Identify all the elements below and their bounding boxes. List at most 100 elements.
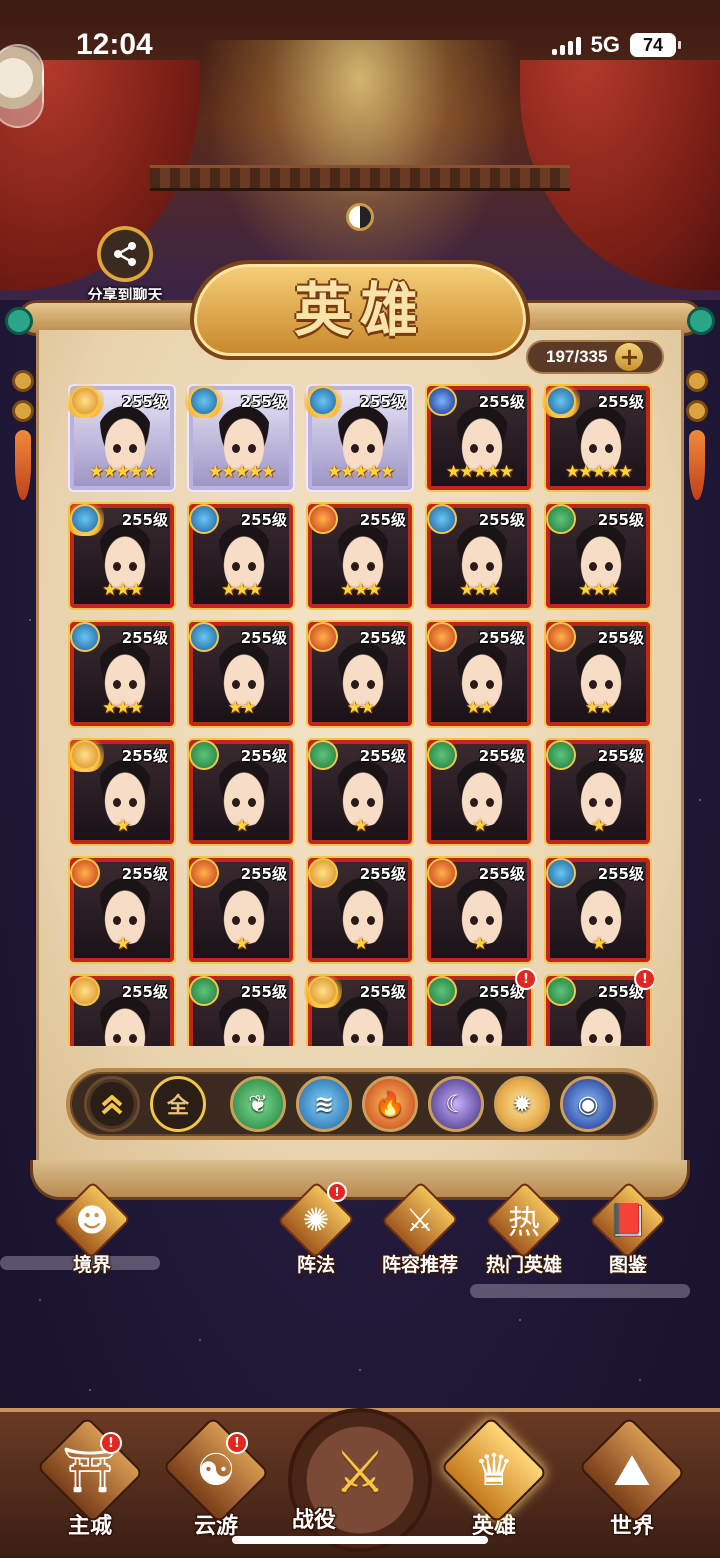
filter-all-button[interactable]: 全 (150, 1076, 206, 1132)
hero-card[interactable]: 255级 ★★★★★ (185, 384, 293, 490)
star-rating: ★★★ (459, 580, 501, 600)
hero-level: 255级 (359, 511, 406, 529)
page-title: 英雄 (293, 276, 426, 344)
water-element-icon: ≋ (313, 1090, 335, 1118)
nav-travel[interactable]: ☯! 云游 (156, 1416, 276, 1540)
star-rating: ★ (472, 934, 487, 954)
nav-heroes[interactable]: ♛ 英雄 (434, 1416, 554, 1540)
hero-card[interactable]: 255级 ★ (546, 858, 650, 962)
filter-fire-button[interactable]: 🔥 (362, 1076, 418, 1132)
hero-card[interactable]: 255级 ★★★ (546, 504, 650, 608)
hero-card[interactable]: 255级 ★ (427, 858, 531, 962)
hero-level: 255级 (121, 511, 168, 529)
hero-card[interactable]: 255级 ★★★ (68, 496, 174, 608)
dark-element-icon (427, 386, 457, 416)
codex-button[interactable]: 📕 图鉴 (578, 1181, 678, 1277)
star-rating: ★ (353, 934, 368, 954)
nav-main-city[interactable]: ⛩! 主城 (30, 1416, 150, 1540)
hero-portrait (215, 996, 273, 1046)
wood-element-icon (427, 740, 457, 770)
share-to-chat-button[interactable]: 分享到聊天 (80, 226, 170, 305)
star-rating: ★★★ (340, 580, 382, 600)
tassel-right (686, 370, 708, 500)
hero-level: 255级 (240, 983, 287, 1001)
fire-element-icon (546, 622, 576, 652)
hero-card[interactable]: 255级! (546, 968, 654, 1046)
hero-card[interactable]: 255级 (189, 976, 293, 1046)
hero-card[interactable]: 255级 ★★ (427, 622, 531, 726)
hero-card[interactable]: 255级 ★★★ (308, 504, 412, 608)
fire-element-icon (427, 622, 457, 652)
hero-card[interactable]: 255级 ★★★ (70, 622, 174, 726)
filter-dark-button[interactable]: ◉ (560, 1076, 616, 1132)
wood-element-icon (546, 976, 576, 1006)
star-rating: ★★★★★ (326, 462, 395, 482)
hero-card[interactable]: 255级 ★★★★★ (68, 384, 174, 490)
water-element-icon (189, 504, 219, 534)
hot-heroes-button[interactable]: 热热门英雄 (474, 1181, 574, 1277)
hero-card[interactable]: 255级 ★★★★★ (542, 384, 650, 490)
nav-world[interactable]: ⛰ 世界 (572, 1416, 692, 1540)
hot-heroes-icon: 热 (485, 1181, 563, 1259)
hero-card[interactable]: 255级 ★ (189, 740, 293, 844)
filter-water-button[interactable]: ≋ (296, 1076, 352, 1132)
hero-card[interactable]: 255级 ★★ (308, 622, 412, 726)
collapse-button[interactable] (84, 1076, 140, 1132)
hero-card[interactable]: 255级 ★★ (189, 622, 293, 726)
hero-card[interactable]: 255级 (304, 968, 412, 1046)
stage-beam (150, 165, 570, 191)
hero-card[interactable]: 255级 ★★★ (427, 504, 531, 608)
water-element-icon (189, 622, 219, 652)
filter-wood-button[interactable]: ❦ (230, 1076, 286, 1132)
filter-void-button[interactable]: ☾ (428, 1076, 484, 1132)
add-slot-button[interactable]: + (615, 343, 644, 371)
light-element-icon (70, 386, 100, 416)
water-element-icon (308, 386, 338, 416)
hero-level: 255级 (359, 393, 406, 411)
hero-card[interactable]: 255级 (70, 976, 174, 1046)
star-rating: ★ (472, 816, 487, 836)
hero-level: 255级 (478, 865, 525, 883)
signal-icon (551, 35, 581, 55)
hero-card[interactable]: 255级 ★★★★★ (427, 386, 531, 490)
water-element-icon (189, 386, 219, 416)
hero-card[interactable]: 255级 ★★★★★ (304, 384, 412, 490)
hero-portrait (453, 996, 511, 1046)
hero-count: 197/335 (546, 347, 608, 366)
wood-element-icon (308, 740, 338, 770)
hero-card[interactable]: 255级! (427, 968, 537, 1046)
floating-assistant-ball[interactable] (0, 44, 44, 128)
formation-button[interactable]: ✺! 阵法 (266, 1181, 366, 1277)
nav-battle[interactable]: ⚔ 战役 (288, 1408, 432, 1552)
fire-element-icon: 🔥 (375, 1090, 405, 1118)
hero-card[interactable]: 255级 ★ (546, 740, 650, 844)
hero-level: 255级 (359, 629, 406, 647)
nav-label: 战役 (292, 1508, 337, 1533)
realm-button[interactable]: ☻ 境界 (42, 1181, 142, 1277)
formation-icon: ✺! (277, 1181, 355, 1259)
star-rating: ★ (115, 816, 130, 836)
hero-level: 255级 (597, 865, 644, 883)
filter-light-button[interactable]: ✹ (494, 1076, 550, 1132)
status-time: 12:04 (76, 28, 153, 61)
star-rating: ★★★★★ (564, 462, 633, 482)
star-rating: ★★★★★ (207, 462, 276, 482)
hero-level: 255级 (240, 629, 287, 647)
hero-card[interactable]: 255级 ★ (189, 858, 293, 962)
lineup-button[interactable]: ⚔ 阵容推荐 (370, 1181, 470, 1277)
lineup-icon: ⚔ (381, 1181, 459, 1259)
wood-element-icon (189, 976, 219, 1006)
hero-level: 255级 (121, 983, 168, 1001)
light-element-icon: ✹ (511, 1090, 533, 1118)
hero-level: 255级 (478, 747, 525, 765)
star-rating: ★ (115, 934, 130, 954)
hero-card[interactable]: 255级 ★ (70, 858, 174, 962)
hero-card[interactable]: 255级 ★★★ (189, 504, 293, 608)
hero-card[interactable]: 255级 ★ (308, 858, 412, 962)
hero-card[interactable]: 255级 ★ (68, 732, 174, 844)
hero-card[interactable]: 255级 ★★ (546, 622, 650, 726)
star-rating: ★★★★★ (445, 462, 514, 482)
hero-card[interactable]: 255级 ★ (308, 740, 412, 844)
fire-element-icon (427, 858, 457, 888)
hero-card[interactable]: 255级 ★ (427, 740, 531, 844)
